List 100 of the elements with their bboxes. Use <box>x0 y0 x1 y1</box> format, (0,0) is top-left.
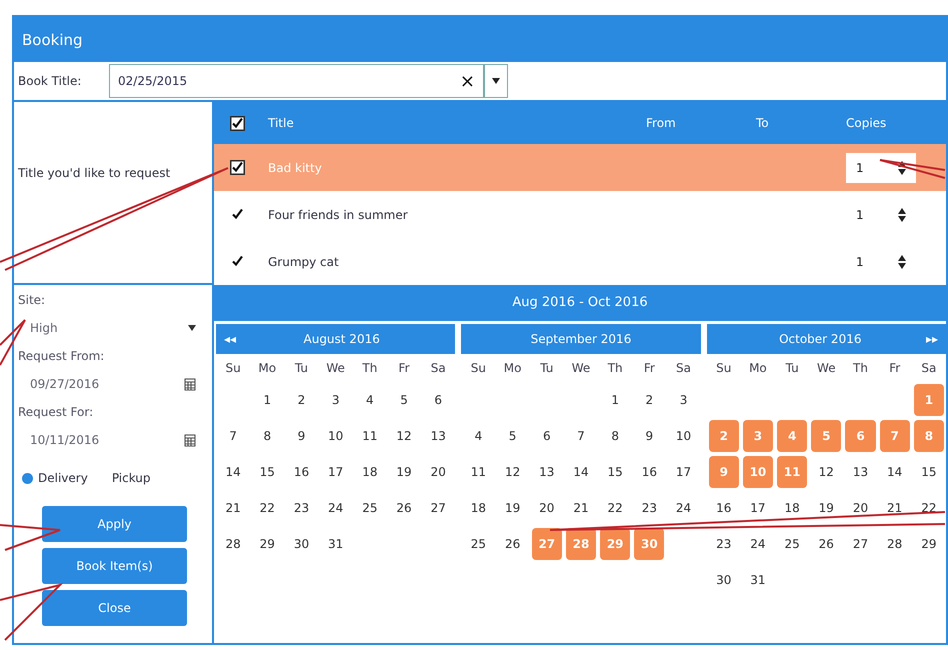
checkbox[interactable] <box>230 207 244 222</box>
date-field[interactable]: 09/27/2016 <box>14 371 212 397</box>
date-field[interactable]: 10/11/2016 <box>14 427 212 453</box>
calendar-day[interactable]: 22 <box>600 492 630 524</box>
calendar-day[interactable]: 17 <box>320 456 351 488</box>
calendar-day[interactable]: 20 <box>423 456 454 488</box>
calendar-day[interactable]: 11 <box>463 456 494 488</box>
radio-dot[interactable] <box>22 472 33 484</box>
calendar-day[interactable]: 9 <box>634 420 664 452</box>
calendar-day[interactable]: 16 <box>286 456 317 488</box>
calendar-day[interactable]: 15 <box>600 456 630 488</box>
calendar-day[interactable]: 3 <box>320 384 351 416</box>
calendar-day[interactable]: 26 <box>811 528 842 560</box>
calendar-day[interactable]: 9 <box>286 420 317 452</box>
book-title-field[interactable]: 02/25/2015 × <box>109 64 484 98</box>
calendar-day[interactable]: 6 <box>532 420 562 452</box>
calendar-day[interactable]: 21 <box>880 492 910 524</box>
copies-spinner[interactable]: 1 <box>846 152 916 182</box>
spinner-arrows-icon[interactable] <box>898 254 906 268</box>
checkbox[interactable] <box>230 160 244 175</box>
calendar-day[interactable]: 24 <box>742 528 774 560</box>
calendar-day[interactable]: 19 <box>388 456 420 488</box>
book-button[interactable]: Book Item(s) <box>42 548 187 584</box>
calendar-day[interactable]: 2 <box>286 384 317 416</box>
calendar-day[interactable]: 7 <box>566 420 596 452</box>
copies-spinner[interactable]: 1 <box>846 200 916 230</box>
calendar-day[interactable]: 26 <box>388 492 420 524</box>
calendar-day[interactable]: 16 <box>634 456 664 488</box>
calendar-day[interactable]: 19 <box>498 492 528 524</box>
calendar-day[interactable]: 24 <box>320 492 351 524</box>
radio-option[interactable]: Pickup <box>112 469 151 487</box>
calendar-day[interactable]: 28 <box>218 528 248 560</box>
spinner-arrows-icon[interactable] <box>898 208 906 222</box>
calendar-day[interactable]: 27 <box>423 492 454 524</box>
calendar-day[interactable]: 12 <box>811 456 842 488</box>
calendar-day[interactable]: 23 <box>708 528 739 560</box>
calendar-day[interactable]: 14 <box>218 456 248 488</box>
calendar-day[interactable]: 2 <box>634 384 664 416</box>
calendar-day[interactable]: 30 <box>286 528 317 560</box>
calendar-day[interactable]: 5 <box>388 384 420 416</box>
calendar-day[interactable]: 23 <box>286 492 317 524</box>
calendar-day[interactable]: 17 <box>742 492 774 524</box>
calendar-day[interactable]: 18 <box>463 492 494 524</box>
site-select[interactable]: High <box>14 315 212 341</box>
calendar-day[interactable]: 13 <box>423 420 454 452</box>
calendar-day[interactable]: 18 <box>777 492 808 524</box>
next-button[interactable]: ▸▸ <box>926 330 938 348</box>
checkbox[interactable] <box>230 254 244 269</box>
calendar-day[interactable]: 27 <box>845 528 876 560</box>
copies-spinner[interactable]: 1 <box>846 246 916 276</box>
calendar-day[interactable]: 29 <box>252 528 282 560</box>
calendar-day[interactable]: 8 <box>600 420 630 452</box>
spinner-arrows-icon[interactable] <box>898 160 906 174</box>
calendar-day[interactable]: 7 <box>218 420 248 452</box>
calendar-day[interactable]: 13 <box>532 456 562 488</box>
table-row[interactable]: Grumpy cat 1 <box>214 238 946 285</box>
dropdown-button[interactable] <box>484 64 508 98</box>
calendar-day[interactable]: 21 <box>566 492 596 524</box>
calendar-day[interactable]: 10 <box>668 420 699 452</box>
calendar-day[interactable]: 20 <box>845 492 876 524</box>
calendar-day[interactable]: 14 <box>880 456 910 488</box>
calendar-day[interactable]: 16 <box>708 492 739 524</box>
calendar-day[interactable]: 6 <box>423 384 454 416</box>
table-row[interactable]: Four friends in summer 1 <box>214 191 946 238</box>
calendar-day[interactable]: 18 <box>354 456 385 488</box>
calendar-day[interactable]: 19 <box>811 492 842 524</box>
calendar-day[interactable]: 25 <box>777 528 808 560</box>
calendar-day[interactable]: 31 <box>742 564 774 596</box>
calendar-day[interactable]: 31 <box>320 528 351 560</box>
close-button[interactable]: Close <box>42 590 187 626</box>
calendar-day[interactable]: 28 <box>880 528 910 560</box>
calendar-day[interactable]: 8 <box>252 420 282 452</box>
calendar-day[interactable]: 23 <box>634 492 664 524</box>
calendar-day[interactable]: 17 <box>668 456 699 488</box>
calendar-day[interactable]: 13 <box>845 456 876 488</box>
calendar-day[interactable]: 25 <box>463 528 494 560</box>
calendar-day[interactable]: 21 <box>218 492 248 524</box>
calendar-day[interactable]: 12 <box>388 420 420 452</box>
calendar-day[interactable]: 4 <box>463 420 494 452</box>
calendar-day[interactable]: 26 <box>498 528 528 560</box>
calendar-day[interactable]: 10 <box>320 420 351 452</box>
calendar-day[interactable]: 14 <box>566 456 596 488</box>
calendar-day[interactable]: 1 <box>600 384 630 416</box>
calendar-day[interactable]: 3 <box>668 384 699 416</box>
calendar-day[interactable]: 22 <box>252 492 282 524</box>
calendar-day[interactable]: 11 <box>354 420 385 452</box>
calendar-day[interactable]: 12 <box>498 456 528 488</box>
calendar-day[interactable]: 20 <box>532 492 562 524</box>
calendar-day[interactable]: 25 <box>354 492 385 524</box>
calendar-day[interactable]: 29 <box>914 528 944 560</box>
calendar-icon[interactable] <box>184 377 196 391</box>
radio-option[interactable]: Delivery <box>22 469 88 487</box>
table-row[interactable]: Bad kitty 1 <box>214 144 946 191</box>
calendar-day[interactable]: 30 <box>708 564 739 596</box>
apply-button[interactable]: Apply <box>42 506 187 542</box>
calendar-day[interactable]: 15 <box>914 456 944 488</box>
calendar-day[interactable]: 24 <box>668 492 699 524</box>
checkbox[interactable] <box>230 116 244 130</box>
calendar-day[interactable]: 4 <box>354 384 385 416</box>
calendar-day[interactable]: 1 <box>252 384 282 416</box>
